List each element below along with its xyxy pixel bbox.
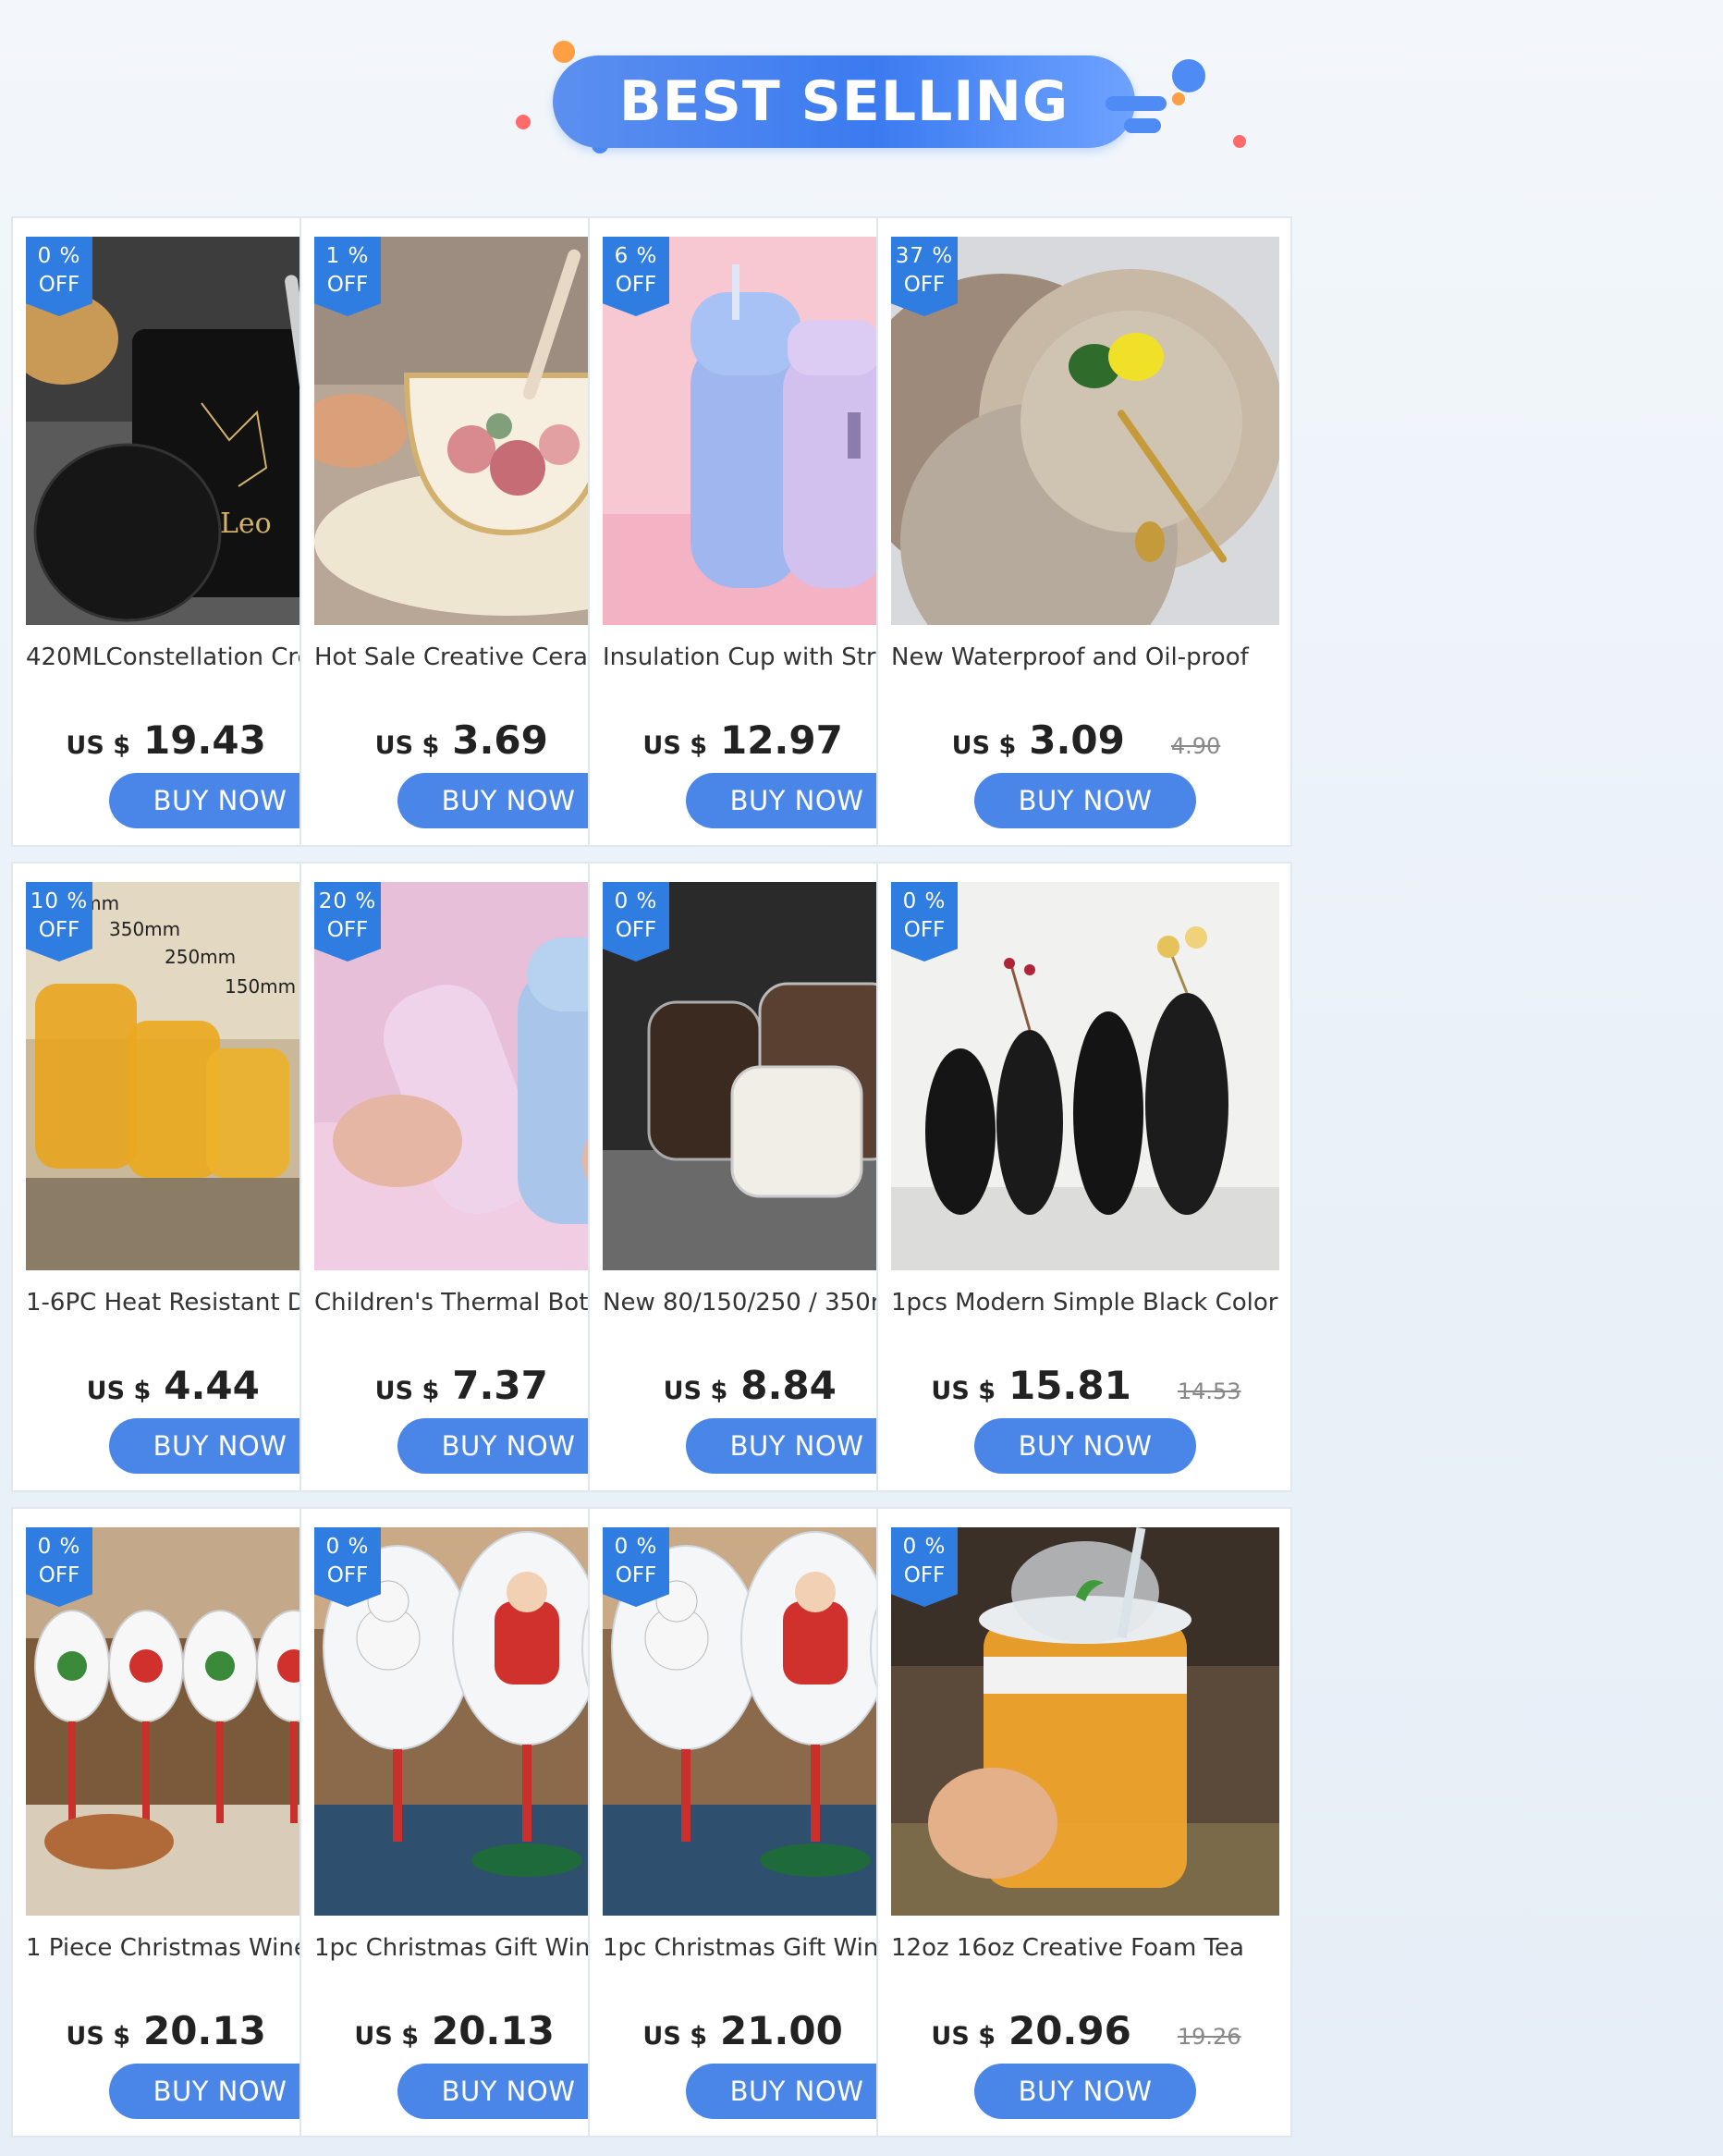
decor-dot bbox=[516, 115, 531, 129]
buy-now-button[interactable]: BUY NOW bbox=[974, 2064, 1196, 2119]
best-selling-banner: BEST SELLING bbox=[0, 0, 1723, 190]
buy-now-button[interactable]: BUY NOW bbox=[974, 773, 1196, 828]
size-label: 250mm bbox=[165, 946, 236, 968]
buy-now-button[interactable]: BUY NOW bbox=[109, 1418, 331, 1474]
buy-now-button[interactable]: BUY NOW bbox=[686, 1418, 908, 1474]
discount-badge: 1 % OFF bbox=[314, 237, 381, 316]
currency-label: US $ bbox=[374, 731, 440, 760]
decor-dot bbox=[1172, 59, 1205, 92]
discount-badge: 0 % OFF bbox=[26, 1527, 92, 1607]
current-price: 8.84 bbox=[740, 1363, 837, 1408]
discount-percent: 37 % bbox=[895, 244, 954, 268]
price-row: US $ 20.96 19.26 bbox=[878, 2008, 1294, 2054]
discount-off-label: OFF bbox=[38, 918, 80, 942]
discount-off-label: OFF bbox=[903, 918, 946, 942]
discount-badge: 0 % OFF bbox=[603, 1527, 669, 1607]
page-title: BEST SELLING bbox=[618, 69, 1069, 134]
current-price: 19.43 bbox=[142, 717, 266, 763]
current-price: 3.69 bbox=[452, 717, 548, 763]
buy-now-button[interactable]: BUY NOW bbox=[109, 773, 331, 828]
discount-off-label: OFF bbox=[326, 1563, 369, 1587]
discount-percent: 20 % bbox=[318, 889, 377, 913]
current-price: 7.37 bbox=[452, 1363, 548, 1408]
discount-badge: 0 % OFF bbox=[603, 882, 669, 962]
buy-now-button[interactable]: BUY NOW bbox=[397, 2064, 619, 2119]
current-price: 3.09 bbox=[1029, 717, 1125, 763]
current-price: 12.97 bbox=[719, 717, 843, 763]
currency-label: US $ bbox=[642, 2022, 707, 2051]
discount-badge: 0 % OFF bbox=[891, 1527, 958, 1607]
price-row: US $ 15.81 14.53 bbox=[878, 1363, 1294, 1409]
original-price: 14.53 bbox=[1177, 1378, 1241, 1404]
discount-percent: 0 % bbox=[902, 1535, 947, 1559]
current-price: 20.96 bbox=[1008, 2008, 1131, 2053]
discount-badge: 20 % OFF bbox=[314, 882, 381, 962]
product-card[interactable]: 0 % OFF 1pcs Modern Simple Black Color U… bbox=[876, 862, 1292, 1492]
current-price: 20.13 bbox=[431, 2008, 555, 2053]
discount-percent: 0 % bbox=[325, 1535, 370, 1559]
product-title[interactable]: 12oz 16oz Creative Foam Tea bbox=[891, 1934, 1289, 1971]
buy-now-button[interactable]: BUY NOW bbox=[974, 1418, 1196, 1474]
discount-badge: 37 % OFF bbox=[891, 237, 958, 316]
currency-label: US $ bbox=[66, 2022, 130, 2051]
discount-badge: 6 % OFF bbox=[603, 237, 669, 316]
discount-off-label: OFF bbox=[326, 273, 369, 297]
size-label: 350mm bbox=[109, 918, 180, 940]
discount-off-label: OFF bbox=[38, 1563, 80, 1587]
decor-dot bbox=[1172, 92, 1185, 105]
discount-percent: 1 % bbox=[325, 244, 370, 268]
original-price: 19.26 bbox=[1177, 2024, 1241, 2050]
discount-off-label: OFF bbox=[326, 918, 369, 942]
current-price: 4.44 bbox=[164, 1363, 260, 1408]
buy-now-button[interactable]: BUY NOW bbox=[397, 1418, 619, 1474]
discount-badge: 0 % OFF bbox=[891, 882, 958, 962]
currency-label: US $ bbox=[931, 2022, 996, 2051]
discount-badge: 0 % OFF bbox=[314, 1527, 381, 1607]
price-row: US $ 3.09 4.90 bbox=[878, 717, 1294, 764]
currency-label: US $ bbox=[951, 731, 1017, 760]
current-price: 21.00 bbox=[719, 2008, 843, 2053]
product-grid: Leo 0 % OFF 420MLConstellation Creative … bbox=[11, 216, 1716, 2138]
discount-badge: 10 % OFF bbox=[26, 882, 92, 962]
decor-wave bbox=[1124, 118, 1161, 133]
currency-label: US $ bbox=[642, 731, 707, 760]
decor-dot bbox=[1233, 135, 1246, 148]
currency-label: US $ bbox=[931, 1377, 996, 1405]
product-title[interactable]: New Waterproof and Oil-proof bbox=[891, 643, 1289, 680]
discount-off-label: OFF bbox=[615, 918, 657, 942]
discount-percent: 6 % bbox=[614, 244, 658, 268]
svg-text:Leo: Leo bbox=[220, 508, 272, 540]
currency-label: US $ bbox=[374, 1377, 440, 1405]
product-card[interactable]: 0 % OFF 12oz 16oz Creative Foam Tea US $… bbox=[876, 1507, 1292, 2138]
product-card[interactable]: 37 % OFF New Waterproof and Oil-proof US… bbox=[876, 216, 1292, 847]
discount-percent: 0 % bbox=[614, 1535, 658, 1559]
buy-now-button[interactable]: BUY NOW bbox=[397, 773, 619, 828]
discount-percent: 0 % bbox=[37, 1535, 81, 1559]
discount-percent: 0 % bbox=[37, 244, 81, 268]
discount-off-label: OFF bbox=[615, 273, 657, 297]
discount-off-label: OFF bbox=[903, 1563, 946, 1587]
discount-percent: 0 % bbox=[902, 889, 947, 913]
discount-off-label: OFF bbox=[38, 273, 80, 297]
currency-label: US $ bbox=[86, 1377, 152, 1405]
decor-wave bbox=[1106, 96, 1167, 111]
discount-off-label: OFF bbox=[903, 273, 946, 297]
buy-now-button[interactable]: BUY NOW bbox=[686, 773, 908, 828]
size-label: 150mm bbox=[225, 975, 296, 998]
current-price: 20.13 bbox=[142, 2008, 266, 2053]
current-price: 15.81 bbox=[1008, 1363, 1131, 1408]
discount-off-label: OFF bbox=[615, 1563, 657, 1587]
original-price: 4.90 bbox=[1170, 733, 1221, 759]
buy-now-button[interactable]: BUY NOW bbox=[686, 2064, 908, 2119]
currency-label: US $ bbox=[663, 1377, 728, 1405]
discount-percent: 10 % bbox=[30, 889, 89, 913]
currency-label: US $ bbox=[354, 2022, 419, 2051]
discount-percent: 0 % bbox=[614, 889, 658, 913]
buy-now-button[interactable]: BUY NOW bbox=[109, 2064, 331, 2119]
currency-label: US $ bbox=[66, 731, 130, 760]
product-title[interactable]: 1pcs Modern Simple Black Color bbox=[891, 1289, 1289, 1326]
discount-badge: 0 % OFF bbox=[26, 237, 92, 316]
